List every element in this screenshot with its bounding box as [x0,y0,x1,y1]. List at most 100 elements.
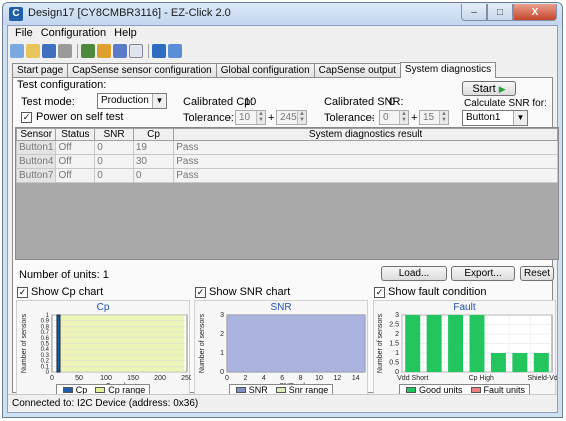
y-tick-label: 0.4 [41,347,50,353]
y-tick-label: 0 [46,370,50,376]
good-units-bar [426,315,442,372]
import-icon[interactable] [97,44,111,58]
calibrated-cp-value: 10 [244,96,257,108]
show-fault-condition-checkbox[interactable]: ✓ [374,287,385,298]
snr-tolerance-high-value: 15 [423,112,435,123]
connect-icon[interactable] [152,44,166,58]
y-axis-label: Number of sensors [21,313,28,373]
x-tick-label: 0 [50,375,54,382]
cell-sensor: Button4 [16,154,57,169]
menu-bar: File Configuration Help [8,26,557,42]
snr-tolerance-low-spinner[interactable]: 0 ▲ ▼ [379,110,409,125]
cell-cp: 0 [132,168,175,183]
play-icon: ▶ [498,84,506,94]
chevron-down-icon: ▼ [513,111,527,125]
spinner-arrows-icon: ▲ ▼ [297,111,306,124]
show-snr-chart-checkbox[interactable]: ✓ [195,287,206,298]
cell-result: Pass [173,140,558,155]
show-cp-chart-checkbox[interactable]: ✓ [17,287,28,298]
show-snr-chart-label: Show SNR chart [209,286,291,298]
cp-tolerance-plus: + [268,112,275,124]
legend-swatch-good-units [405,386,416,393]
new-icon[interactable] [10,44,24,58]
client-area: File Configuration Help Start page CapSe… [7,25,559,413]
export-icon[interactable] [81,44,95,58]
spinner-arrows-icon: ▲ ▼ [439,111,448,124]
menu-help[interactable]: Help [111,26,140,42]
menu-file[interactable]: File [12,26,36,42]
good-units-bar [512,353,528,372]
calculate-snr-select[interactable]: Button1 ▼ [462,110,528,126]
test-mode-label: Test mode: [21,96,75,108]
legend-label-fault-units: Fault units [483,384,526,395]
x-tick-label: 4 [262,375,266,382]
app-logo-icon: C [9,7,23,21]
test-mode-value: Production [101,95,149,106]
y-tick-label: 2 [220,331,224,338]
good-units-bar [533,353,549,372]
report-icon[interactable] [113,44,127,58]
y-tick-label: 3 [395,312,399,319]
save-icon[interactable] [42,44,56,58]
good-units-bar [469,315,485,372]
cell-snr: 0 [94,140,134,155]
window-title: Design17 [CY8CMBR3116] - EZ-Click 2.0 [28,7,231,19]
table-row[interactable]: Button7 Off 0 0 Pass [16,168,558,183]
show-cp-chart-label: Show Cp chart [31,286,104,298]
cp-tolerance-low-spinner[interactable]: 10 ▲ ▼ [235,110,266,125]
legend-label-cp: Cp [75,384,88,395]
tab-start-page[interactable]: Start page [12,63,69,77]
column-header-status[interactable]: Status [55,128,96,141]
disconnect-icon[interactable] [168,44,182,58]
legend-label-cp-range: Cp range [108,384,146,395]
calculate-snr-label: Calculate SNR for: [464,98,547,109]
cp-tolerance-high-value: 245 [280,112,297,123]
start-button[interactable]: Start ▶ [462,81,516,96]
test-mode-select[interactable]: Production ▼ [97,93,167,109]
y-tick-label: 1 [46,313,50,319]
column-header-cp[interactable]: Cp [132,128,175,141]
cell-status: Off [55,140,96,155]
reset-button[interactable]: Reset [520,266,554,281]
toolbar-separator [77,44,78,58]
cell-result: Pass [173,154,558,169]
cell-snr: 0 [94,168,134,183]
y-tick-label: 0 [220,369,224,376]
print-icon[interactable] [58,44,72,58]
snr-tolerance-label: Tolerance: [324,112,375,124]
y-tick-label: 0.1 [41,364,50,370]
snr-tolerance-high-spinner[interactable]: 15 ▲ ▼ [419,110,449,125]
tab-capsense-output[interactable]: CapSense output [313,63,401,77]
open-icon[interactable] [26,44,40,58]
table-row[interactable]: Button1 Off 0 19 Pass [16,140,558,155]
table-row[interactable]: Button4 Off 0 30 Pass [16,154,558,169]
y-tick-label: 0.5 [389,360,399,367]
menu-file-label: File [15,27,33,39]
menu-configuration[interactable]: Configuration [38,26,109,42]
maximize-button[interactable]: □ [487,4,513,21]
document-icon[interactable] [129,44,143,58]
cell-status: Off [55,154,96,169]
toolbar [8,42,557,60]
column-header-snr[interactable]: SNR [94,128,134,141]
calculate-snr-value: Button1 [466,112,501,123]
tab-capsense-sensor-configuration[interactable]: CapSense sensor configuration [67,63,217,77]
cp-tolerance-high-spinner[interactable]: 245 ▲ ▼ [276,110,307,125]
title-bar[interactable]: C Design17 [CY8CMBR3116] - EZ-Click 2.0 … [3,3,562,25]
legend-swatch-fault-units [470,386,481,393]
spinner-arrows-icon: ▲ ▼ [256,111,265,124]
power-on-self-test-checkbox[interactable]: ✓ [21,112,32,123]
cp-tolerance-minus: - [228,112,232,124]
column-header-result[interactable]: System diagnostics result [173,128,558,141]
load-button[interactable]: Load... [381,266,447,281]
minimize-button[interactable]: – [461,4,487,21]
tab-global-configuration[interactable]: Global configuration [215,63,315,77]
good-units-bar [490,353,506,372]
export-button[interactable]: Export... [451,266,515,281]
close-button[interactable]: X [513,4,557,21]
y-tick-label: 0.8 [41,324,50,330]
y-tick-label: 1.5 [389,341,399,348]
column-header-sensor[interactable]: Sensor [16,128,57,141]
tab-system-diagnostics[interactable]: System diagnostics [399,62,497,78]
x-tick-label: 100 [100,375,112,382]
